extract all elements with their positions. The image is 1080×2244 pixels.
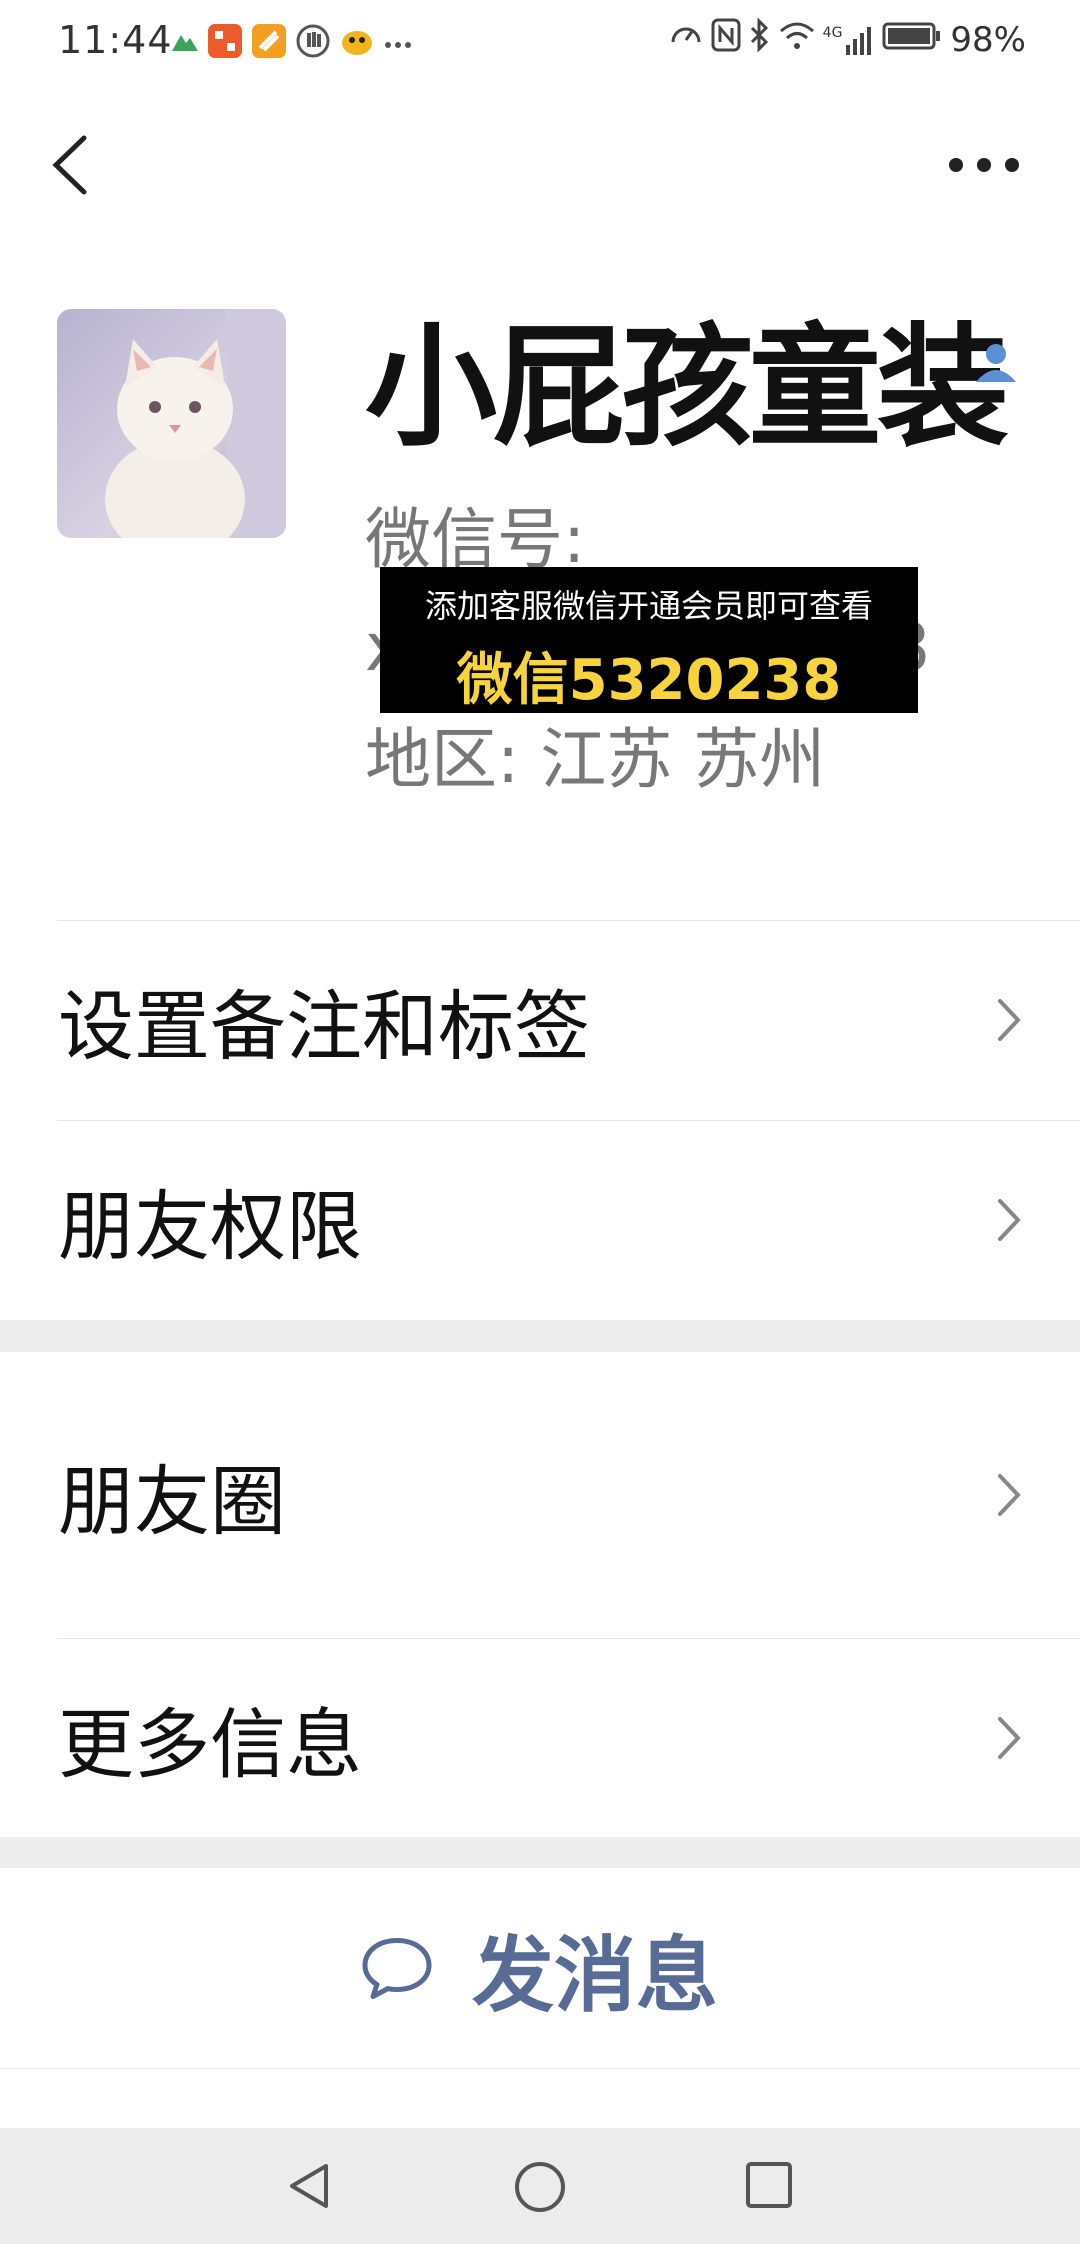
- chevron-left-icon: [52, 135, 87, 195]
- status-bar: 11:44 4G 98%: [0, 0, 1080, 84]
- back-triangle-icon[interactable]: [284, 2160, 334, 2212]
- menu-item-more-info[interactable]: 更多信息: [0, 1639, 1080, 1837]
- menu-item-remarks-tags[interactable]: 设置备注和标签: [0, 921, 1080, 1119]
- menu-item-friend-permissions[interactable]: 朋友权限: [0, 1121, 1080, 1319]
- nfc-icon: [711, 18, 741, 61]
- chevron-right-icon: [998, 1199, 1021, 1241]
- recents-square-icon[interactable]: [744, 2160, 794, 2210]
- bird-icon: [340, 26, 374, 60]
- notification-icons: [172, 24, 412, 62]
- speedometer-icon: [669, 18, 703, 61]
- person-icon: [972, 338, 1020, 386]
- wifi-icon: [779, 20, 815, 60]
- more-button[interactable]: [944, 150, 1024, 180]
- hand-icon: [296, 24, 330, 62]
- menu-item-moments[interactable]: 朋友圈: [0, 1352, 1080, 1638]
- back-button[interactable]: [44, 130, 98, 200]
- menu-item-label: 朋友圈: [58, 1457, 286, 1546]
- system-status: 4G 98%: [669, 17, 1026, 61]
- signal-icon: 4G: [823, 25, 875, 55]
- chevron-right-icon: [998, 1474, 1021, 1516]
- more-dots-icon: [949, 158, 1019, 172]
- menu-item-label: 设置备注和标签: [58, 982, 590, 1071]
- app-icon: [208, 24, 242, 62]
- system-navigation-bar: [0, 2128, 1080, 2244]
- battery-level: 98%: [950, 19, 1026, 60]
- profile-name: 小屁孩童装: [365, 311, 1009, 465]
- promo-line-1: 添加客服微信开通会员即可查看: [424, 587, 873, 625]
- bluetooth-icon: [749, 17, 771, 61]
- home-circle-icon[interactable]: [513, 2160, 567, 2214]
- mountain-icon: [172, 31, 198, 55]
- more-dots-icon: [384, 34, 412, 53]
- send-message-button[interactable]: 发消息: [0, 1868, 1080, 2068]
- status-time: 11:44: [58, 18, 173, 62]
- section-gap: [0, 1320, 1080, 1352]
- promo-overlay: 添加客服微信开通会员即可查看 微信5320238: [380, 567, 918, 713]
- chevron-right-icon: [998, 1717, 1021, 1759]
- chat-bubble-icon: [362, 1937, 432, 1999]
- chevron-right-icon: [998, 999, 1021, 1041]
- send-message-label: 发消息: [472, 1928, 719, 2024]
- app-icon: [252, 24, 286, 62]
- avatar[interactable]: [57, 309, 286, 538]
- menu-item-label: 朋友权限: [58, 1182, 362, 1271]
- section-gap: [0, 1837, 1080, 1868]
- promo-line-2: 微信5320238: [456, 648, 842, 713]
- region-text: 地区: 江苏 苏州: [365, 721, 826, 798]
- network-type: 4G: [822, 24, 843, 41]
- menu-item-label: 更多信息: [58, 1700, 362, 1789]
- battery-icon: [882, 20, 942, 60]
- divider: [0, 2068, 1080, 2069]
